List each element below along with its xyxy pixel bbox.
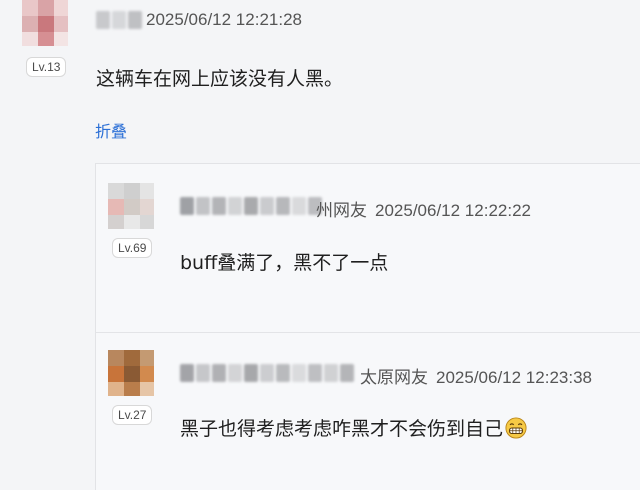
level-badge: Lv.27 — [112, 405, 153, 425]
level-badge: Lv.69 — [112, 238, 153, 258]
location-label: 太原网友 — [360, 368, 428, 387]
location-label: 州网友 — [316, 201, 367, 220]
username-blurred[interactable] — [180, 197, 322, 215]
reply-text-content: 黑子也得考虑考虑咋黑才不会伤到自己 — [180, 418, 504, 440]
reply-meta: 太原网友 2025/06/12 12:23:38 — [360, 363, 592, 388]
reply-meta: 州网友 2025/06/12 12:22:22 — [316, 196, 531, 221]
reply-text: 黑子也得考虑考虑咋黑才不会伤到自己 — [180, 414, 527, 441]
comment-meta: 2025/06/12 12:21:28 — [146, 10, 302, 30]
avatar[interactable] — [108, 350, 154, 396]
reply-text: buff叠满了，黑不了一点 — [180, 252, 389, 274]
level-badge: Lv.13 — [26, 57, 67, 77]
username-blurred[interactable] — [180, 364, 354, 382]
timestamp: 2025/06/12 12:22:22 — [375, 201, 531, 220]
timestamp: 2025/06/12 12:23:38 — [436, 368, 592, 387]
timestamp: 2025/06/12 12:21:28 — [146, 10, 302, 29]
grinning-face-icon — [505, 417, 527, 439]
avatar[interactable] — [22, 0, 68, 46]
avatar[interactable] — [108, 183, 154, 229]
reply-divider — [96, 332, 640, 333]
comment-text: 这辆车在网上应该没有人黑。 — [96, 68, 344, 90]
fold-button[interactable]: 折叠 — [95, 118, 127, 142]
username-blurred[interactable] — [96, 11, 142, 29]
